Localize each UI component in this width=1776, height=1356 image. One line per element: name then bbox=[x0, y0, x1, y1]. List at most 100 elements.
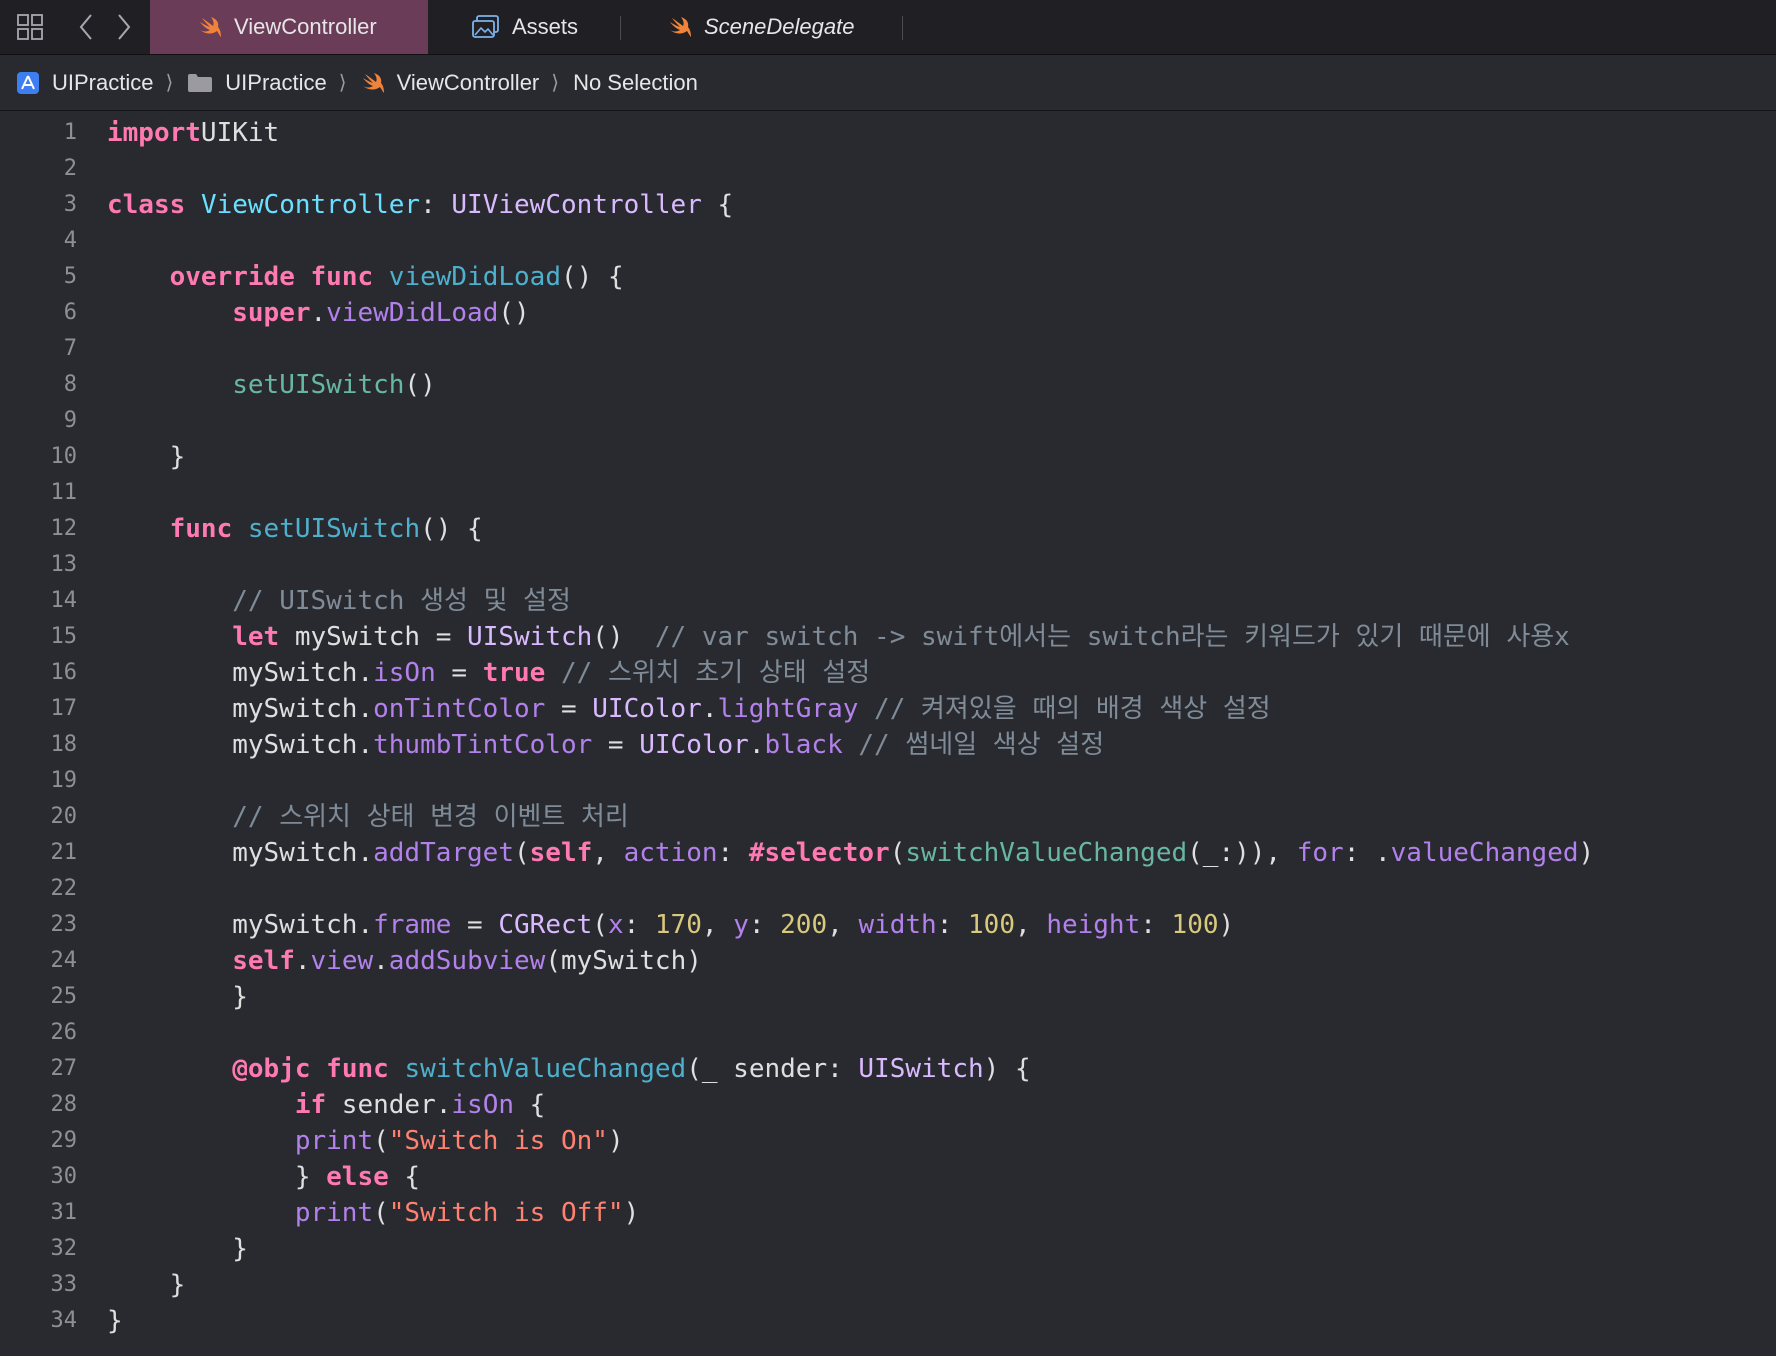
code-token: () { bbox=[560, 262, 624, 292]
code-line[interactable]: 4 bbox=[0, 223, 1776, 259]
code-token: func bbox=[169, 514, 233, 544]
code-line[interactable]: 12 func setUISwitch() { bbox=[0, 511, 1776, 547]
line-number: 25 bbox=[50, 984, 78, 1009]
breadcrumb-label: ViewController bbox=[396, 69, 540, 95]
code-token: mySwitch. bbox=[107, 658, 374, 688]
code-token: override bbox=[169, 262, 295, 292]
source-editor[interactable]: 1 importUIKit 2 3 class ViewController: UIVi… bbox=[0, 111, 1776, 1356]
code-line[interactable]: 34} bbox=[0, 1303, 1776, 1339]
line-number: 2 bbox=[63, 156, 77, 181]
code-token: ) bbox=[1578, 838, 1595, 868]
back-button[interactable] bbox=[70, 10, 102, 44]
tab-scenedelegate[interactable]: SceneDelegate bbox=[668, 0, 888, 54]
line-number: 7 bbox=[63, 336, 77, 361]
code-line[interactable]: 20 // 스위치 상태 변경 이벤트 처리 bbox=[0, 799, 1776, 835]
code-line[interactable]: 19 bbox=[0, 763, 1776, 799]
code-line[interactable]: 11 bbox=[0, 475, 1776, 511]
code-token: valueChanged bbox=[1390, 838, 1579, 868]
code-line[interactable]: 7 bbox=[0, 331, 1776, 367]
code-text: setUISwitch() bbox=[107, 367, 436, 403]
code-text: print("Switch is Off") bbox=[107, 1195, 639, 1231]
code-line[interactable]: 16 mySwitch.isOn = true // 스위치 초기 상태 설정 bbox=[0, 655, 1776, 691]
code-token: UIColor bbox=[639, 730, 749, 760]
tab-assets[interactable]: Assets bbox=[472, 0, 622, 54]
code-token: () bbox=[498, 298, 530, 328]
line-number: 31 bbox=[50, 1200, 78, 1225]
line-number: 29 bbox=[50, 1128, 78, 1153]
line-number: 16 bbox=[50, 660, 78, 685]
code-token: () bbox=[404, 370, 436, 400]
code-line[interactable]: 1 importUIKit bbox=[0, 115, 1776, 151]
code-token: print bbox=[294, 1198, 374, 1228]
code-text: func setUISwitch() { bbox=[107, 511, 483, 547]
code-token: for bbox=[1296, 838, 1344, 868]
code-token: : bbox=[748, 910, 781, 940]
code-line[interactable]: 9 bbox=[0, 403, 1776, 439]
code-text: if sender.isOn { bbox=[107, 1087, 545, 1123]
breadcrumb-selection[interactable]: No Selection bbox=[573, 70, 698, 96]
code-token: // 스위치 상태 변경 이벤트 처리 bbox=[232, 802, 629, 832]
swift-icon bbox=[362, 72, 384, 93]
line-number: 1 bbox=[63, 120, 77, 145]
line-number: 4 bbox=[63, 228, 77, 253]
code-token: mySwitch. bbox=[107, 838, 374, 868]
code-line[interactable]: 23 mySwitch.frame = CGRect(x: 170, y: 20… bbox=[0, 907, 1776, 943]
code-line[interactable]: 5 override func viewDidLoad() { bbox=[0, 259, 1776, 295]
code-line[interactable]: 31 print("Switch is Off") bbox=[0, 1195, 1776, 1231]
code-text: @objc func switchValueChanged(_ sender: … bbox=[107, 1051, 1030, 1087]
code-line[interactable]: 32 } bbox=[0, 1231, 1776, 1267]
swift-icon bbox=[200, 17, 221, 37]
code-line[interactable]: 27 @objc func switchValueChanged(_ sende… bbox=[0, 1051, 1776, 1087]
code-token: func bbox=[310, 262, 374, 292]
tab-label: ViewController bbox=[234, 14, 377, 39]
chevron-right-icon bbox=[118, 14, 131, 40]
code-line[interactable]: 8 setUISwitch() bbox=[0, 367, 1776, 403]
breadcrumb-project[interactable]: UIPractice bbox=[16, 70, 153, 96]
code-line[interactable]: 3 class ViewController: UIViewController … bbox=[0, 187, 1776, 223]
code-line[interactable]: 29 print("Switch is On") bbox=[0, 1123, 1776, 1159]
code-token: self bbox=[232, 946, 295, 976]
line-number: 9 bbox=[63, 408, 77, 433]
code-token: view bbox=[310, 946, 374, 976]
code-line[interactable]: 10 } bbox=[0, 439, 1776, 475]
code-token: () { bbox=[420, 514, 483, 544]
code-line[interactable]: 14 // UISwitch 생성 및 설정 bbox=[0, 583, 1776, 619]
code-token: } bbox=[107, 1306, 123, 1336]
code-line[interactable]: 25 } bbox=[0, 979, 1776, 1015]
related-items-icon[interactable] bbox=[14, 10, 46, 44]
breadcrumb-label: UIPractice bbox=[52, 69, 154, 95]
code-line[interactable]: 6 super.viewDidLoad() bbox=[0, 295, 1776, 331]
breadcrumb-file[interactable]: ViewController bbox=[361, 69, 540, 96]
code-line[interactable]: 22 bbox=[0, 871, 1776, 907]
code-token: import bbox=[107, 118, 201, 148]
code-token: // var switch -> swift에서는 switch라는 키워드가 … bbox=[654, 622, 1570, 652]
code-token: . bbox=[748, 730, 765, 760]
code-token: ( bbox=[514, 838, 530, 868]
line-number: 23 bbox=[50, 912, 78, 937]
forward-button[interactable] bbox=[108, 10, 140, 44]
code-line[interactable]: 28 if sender.isOn { bbox=[0, 1087, 1776, 1123]
code-line[interactable]: 2 bbox=[0, 151, 1776, 187]
code-token: = bbox=[451, 910, 499, 940]
tab-viewcontroller[interactable]: ViewController bbox=[150, 0, 428, 54]
code-token: x bbox=[607, 910, 624, 940]
code-line[interactable]: 21 mySwitch.addTarget(self, action: #sel… bbox=[0, 835, 1776, 871]
code-line[interactable]: 13 bbox=[0, 547, 1776, 583]
code-line[interactable]: 15 let mySwitch = UISwitch() // var swit… bbox=[0, 619, 1776, 655]
code-line[interactable]: 33 } bbox=[0, 1267, 1776, 1303]
code-line[interactable]: 24 self.view.addSubview(mySwitch) bbox=[0, 943, 1776, 979]
breadcrumb-folder[interactable]: UIPractice bbox=[187, 70, 327, 96]
code-line[interactable]: 17 mySwitch.onTintColor = UIColor.lightG… bbox=[0, 691, 1776, 727]
code-token: addTarget bbox=[373, 838, 514, 868]
code-token: : bbox=[936, 910, 969, 940]
code-line[interactable]: 30 } else { bbox=[0, 1159, 1776, 1195]
code-token: // UISwitch 생성 및 설정 bbox=[232, 586, 571, 616]
code-token: UIColor bbox=[592, 694, 702, 724]
line-number: 33 bbox=[50, 1272, 78, 1297]
code-line[interactable]: 26 bbox=[0, 1015, 1776, 1051]
code-token: ) bbox=[623, 1198, 640, 1228]
code-line[interactable]: 18 mySwitch.thumbTintColor = UIColor.bla… bbox=[0, 727, 1776, 763]
